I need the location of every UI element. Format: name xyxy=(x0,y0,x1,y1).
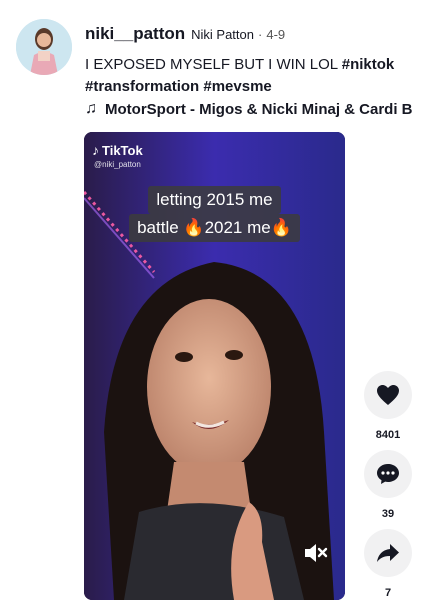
hashtag-link[interactable]: #transformation xyxy=(85,78,199,95)
comment-action: 39 xyxy=(364,450,414,520)
post-caption: I EXPOSED MYSELF BUT I WIN LOL #niktok #… xyxy=(85,54,435,98)
share-count: 7 xyxy=(384,587,392,599)
share-icon xyxy=(377,544,399,562)
comment-count: 39 xyxy=(381,508,395,520)
like-count: 8401 xyxy=(375,429,401,441)
hashtag-link[interactable]: #niktok xyxy=(342,56,395,73)
music-note-icon: ♫ xyxy=(85,100,97,117)
watermark-brand: TikTok xyxy=(102,142,143,158)
share-action: 7 xyxy=(364,529,414,599)
overlay-text-line1: letting 2015 me xyxy=(84,186,345,214)
like-button[interactable] xyxy=(364,371,412,419)
music-link[interactable]: ♫ MotorSport - Migos & Nicki Minaj & Car… xyxy=(85,100,413,118)
comment-icon xyxy=(377,464,399,484)
hashtag-link[interactable]: #mevsme xyxy=(203,78,271,95)
heart-icon xyxy=(377,385,399,405)
watermark-handle: @niki_patton xyxy=(94,160,141,169)
overlay-text-line2: battle 🔥2021 me🔥 xyxy=(84,214,345,242)
post-header: niki__patton Niki Patton · 4-9 xyxy=(85,24,435,44)
tiktok-watermark: ♪ TikTok @niki_patton xyxy=(92,142,143,169)
caption-text: I EXPOSED MYSELF BUT I WIN LOL xyxy=(85,56,342,73)
like-action: 8401 xyxy=(364,371,414,441)
tiktok-logo-icon: ♪ xyxy=(92,142,99,158)
post-date: 4-9 xyxy=(266,27,286,42)
nickname[interactable]: Niki Patton xyxy=(191,27,254,42)
share-button[interactable] xyxy=(364,529,412,577)
comment-button[interactable] xyxy=(364,450,412,498)
video-player[interactable]: ♪ TikTok @niki_patton letting 2015 me ba… xyxy=(84,132,345,600)
avatar-image xyxy=(16,19,72,75)
username-link[interactable]: niki__patton xyxy=(85,24,185,44)
avatar[interactable] xyxy=(16,19,72,75)
volume-mute-icon[interactable] xyxy=(303,542,329,564)
music-title: MotorSport - Migos & Nicki Minaj & Cardi… xyxy=(105,100,413,118)
separator-dot: · xyxy=(258,27,263,42)
